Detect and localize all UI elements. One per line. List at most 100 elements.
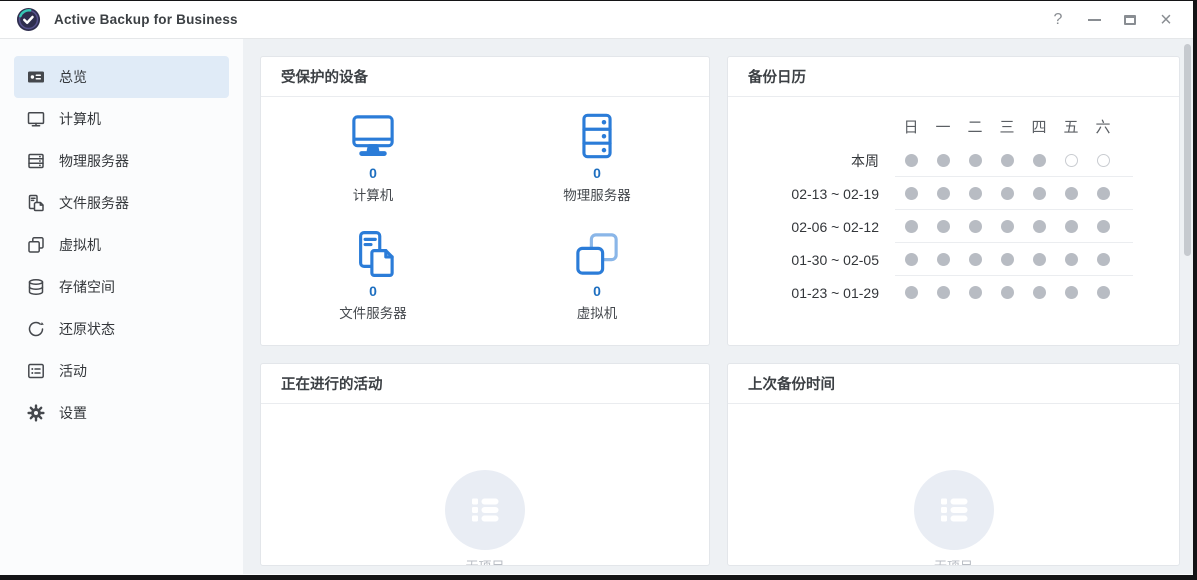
backup-status-dot-filled xyxy=(937,286,950,299)
screen: Active Backup for Business ? × 总览计算机物理服务… xyxy=(0,0,1197,580)
maximize-button[interactable] xyxy=(1117,7,1143,33)
vm-device-icon xyxy=(570,227,624,281)
close-button[interactable]: × xyxy=(1153,7,1179,33)
help-icon: ? xyxy=(1054,11,1063,29)
device-tile-computer[interactable]: 0 计算机 xyxy=(261,109,485,227)
device-count: 0 xyxy=(593,283,601,299)
device-label: 虚拟机 xyxy=(577,302,618,322)
calendar-week-label: 01-30 ~ 02-05 xyxy=(728,252,879,268)
backup-status-dot-filled xyxy=(1065,286,1078,299)
sidebar-item-physical-servers[interactable]: 物理服务器 xyxy=(14,140,229,182)
calendar-week-label: 本周 xyxy=(728,151,879,171)
restore-icon xyxy=(26,319,46,339)
backup-status-dot-filled xyxy=(905,220,918,233)
calendar-week-row: 本周 xyxy=(728,144,1179,177)
empty-state: 无项目 xyxy=(261,404,709,566)
sidebar-item-overview[interactable]: 总览 xyxy=(14,56,229,98)
calendar-week-row: 02-06 ~ 02-12 xyxy=(728,210,1179,243)
calendar-week-label: 01-23 ~ 01-29 xyxy=(728,285,879,301)
backup-status-dot-filled xyxy=(1033,154,1046,167)
backup-status-dot-filled xyxy=(969,220,982,233)
empty-text: 无项目 xyxy=(465,556,504,566)
calendar-day-header: 三 xyxy=(991,116,1023,137)
card-ongoing-activities: 正在进行的活动 无项目 xyxy=(260,363,710,566)
backup-status-dot-filled xyxy=(1033,253,1046,266)
app-body: 总览计算机物理服务器文件服务器虚拟机存储空间还原状态活动设置 受保护的设备 0计… xyxy=(0,39,1193,574)
help-button[interactable]: ? xyxy=(1045,7,1071,33)
sidebar-item-storage[interactable]: 存储空间 xyxy=(14,266,229,308)
empty-state: 无项目 xyxy=(728,404,1179,566)
device-label: 物理服务器 xyxy=(563,184,631,204)
backup-status-dot-filled xyxy=(1065,253,1078,266)
backup-status-dot-filled xyxy=(1001,220,1014,233)
file-server-icon xyxy=(26,193,46,213)
calendar-day-header-row: 日一二三四五六 xyxy=(728,111,1179,141)
calendar-day-header: 五 xyxy=(1055,116,1087,137)
backup-calendar: 日一二三四五六本周 02-13 ~ 02-1902-06 ~ 02-12 01-30… xyxy=(728,97,1179,309)
sidebar-item-label: 还原状态 xyxy=(59,319,115,339)
device-label: 计算机 xyxy=(353,184,394,204)
minimize-button[interactable] xyxy=(1081,7,1107,33)
vm-icon xyxy=(26,235,46,255)
physical-server-device-icon xyxy=(570,109,624,163)
backup-status-dot-filled xyxy=(969,286,982,299)
backup-status-dot-filled xyxy=(969,187,982,200)
backup-status-dot-filled xyxy=(905,187,918,200)
backup-status-dot-filled xyxy=(1001,154,1014,167)
file-server-device-icon xyxy=(346,227,400,281)
minimize-icon xyxy=(1088,19,1101,21)
backup-status-dot-filled xyxy=(937,154,950,167)
close-icon: × xyxy=(1160,10,1172,30)
main-content: 受保护的设备 0 计算机 0物理服务器0文件服务器 0 虚拟机 备份日历 日一二三四五六… xyxy=(243,39,1193,574)
active-backup-logo-icon xyxy=(16,7,41,32)
device-tile-file-server[interactable]: 0文件服务器 xyxy=(261,227,485,345)
device-tiles: 0 计算机 0物理服务器0文件服务器 0 虚拟机 xyxy=(261,97,709,345)
titlebar: Active Backup for Business ? × xyxy=(0,1,1193,39)
sidebar-item-label: 活动 xyxy=(59,361,87,381)
overview-icon xyxy=(26,67,46,87)
backup-status-dot-filled xyxy=(1065,187,1078,200)
scrollbar[interactable] xyxy=(1184,44,1191,569)
computer-icon xyxy=(26,109,46,129)
card-backup-calendar: 备份日历 日一二三四五六本周 02-13 ~ 02-1902-06 ~ 02-12… xyxy=(727,56,1180,346)
card-header: 备份日历 xyxy=(728,57,1179,97)
backup-status-dot-hollow xyxy=(1065,154,1078,167)
scrollbar-thumb[interactable] xyxy=(1184,44,1191,256)
empty-text: 无项目 xyxy=(934,556,973,566)
backup-status-dot-filled xyxy=(1065,220,1078,233)
sidebar-item-label: 存储空间 xyxy=(59,277,115,297)
device-count: 0 xyxy=(369,165,377,181)
physical-server-icon xyxy=(26,151,46,171)
backup-status-dot-filled xyxy=(969,253,982,266)
window-controls: ? × xyxy=(1045,7,1179,33)
sidebar-item-file-servers[interactable]: 文件服务器 xyxy=(14,182,229,224)
card-header: 上次备份时间 xyxy=(728,364,1179,404)
sidebar-item-activities[interactable]: 活动 xyxy=(14,350,229,392)
empty-list-icon xyxy=(914,470,994,550)
calendar-day-header: 二 xyxy=(959,116,991,137)
sidebar-item-virtual-machines[interactable]: 虚拟机 xyxy=(14,224,229,266)
backup-status-dot-filled xyxy=(1097,187,1110,200)
backup-status-dot-filled xyxy=(905,253,918,266)
computer-device-icon xyxy=(346,109,400,163)
calendar-day-header: 六 xyxy=(1087,116,1119,137)
backup-status-dot-filled xyxy=(1033,220,1046,233)
app-title: Active Backup for Business xyxy=(54,12,238,27)
card-title-protected-devices: 受保护的设备 xyxy=(281,66,368,87)
sidebar-item-restore-status[interactable]: 还原状态 xyxy=(14,308,229,350)
backup-status-dot-filled xyxy=(1001,286,1014,299)
calendar-week-row: 01-23 ~ 01-29 xyxy=(728,276,1179,309)
device-tile-physical-server[interactable]: 0物理服务器 xyxy=(485,109,709,227)
sidebar-item-label: 计算机 xyxy=(59,109,101,129)
sidebar-item-computers[interactable]: 计算机 xyxy=(14,98,229,140)
device-tile-virtual-machine[interactable]: 0 虚拟机 xyxy=(485,227,709,345)
calendar-week-row: 02-13 ~ 02-19 xyxy=(728,177,1179,210)
calendar-week-row: 01-30 ~ 02-05 xyxy=(728,243,1179,276)
sidebar-item-settings[interactable]: 设置 xyxy=(14,392,229,434)
backup-status-dot-filled xyxy=(937,253,950,266)
backup-status-dot-filled xyxy=(1097,286,1110,299)
backup-status-dot-filled xyxy=(905,154,918,167)
card-header: 正在进行的活动 xyxy=(261,364,709,404)
card-last-backup-time: 上次备份时间 无项目 xyxy=(727,363,1180,566)
activity-icon xyxy=(26,361,46,381)
